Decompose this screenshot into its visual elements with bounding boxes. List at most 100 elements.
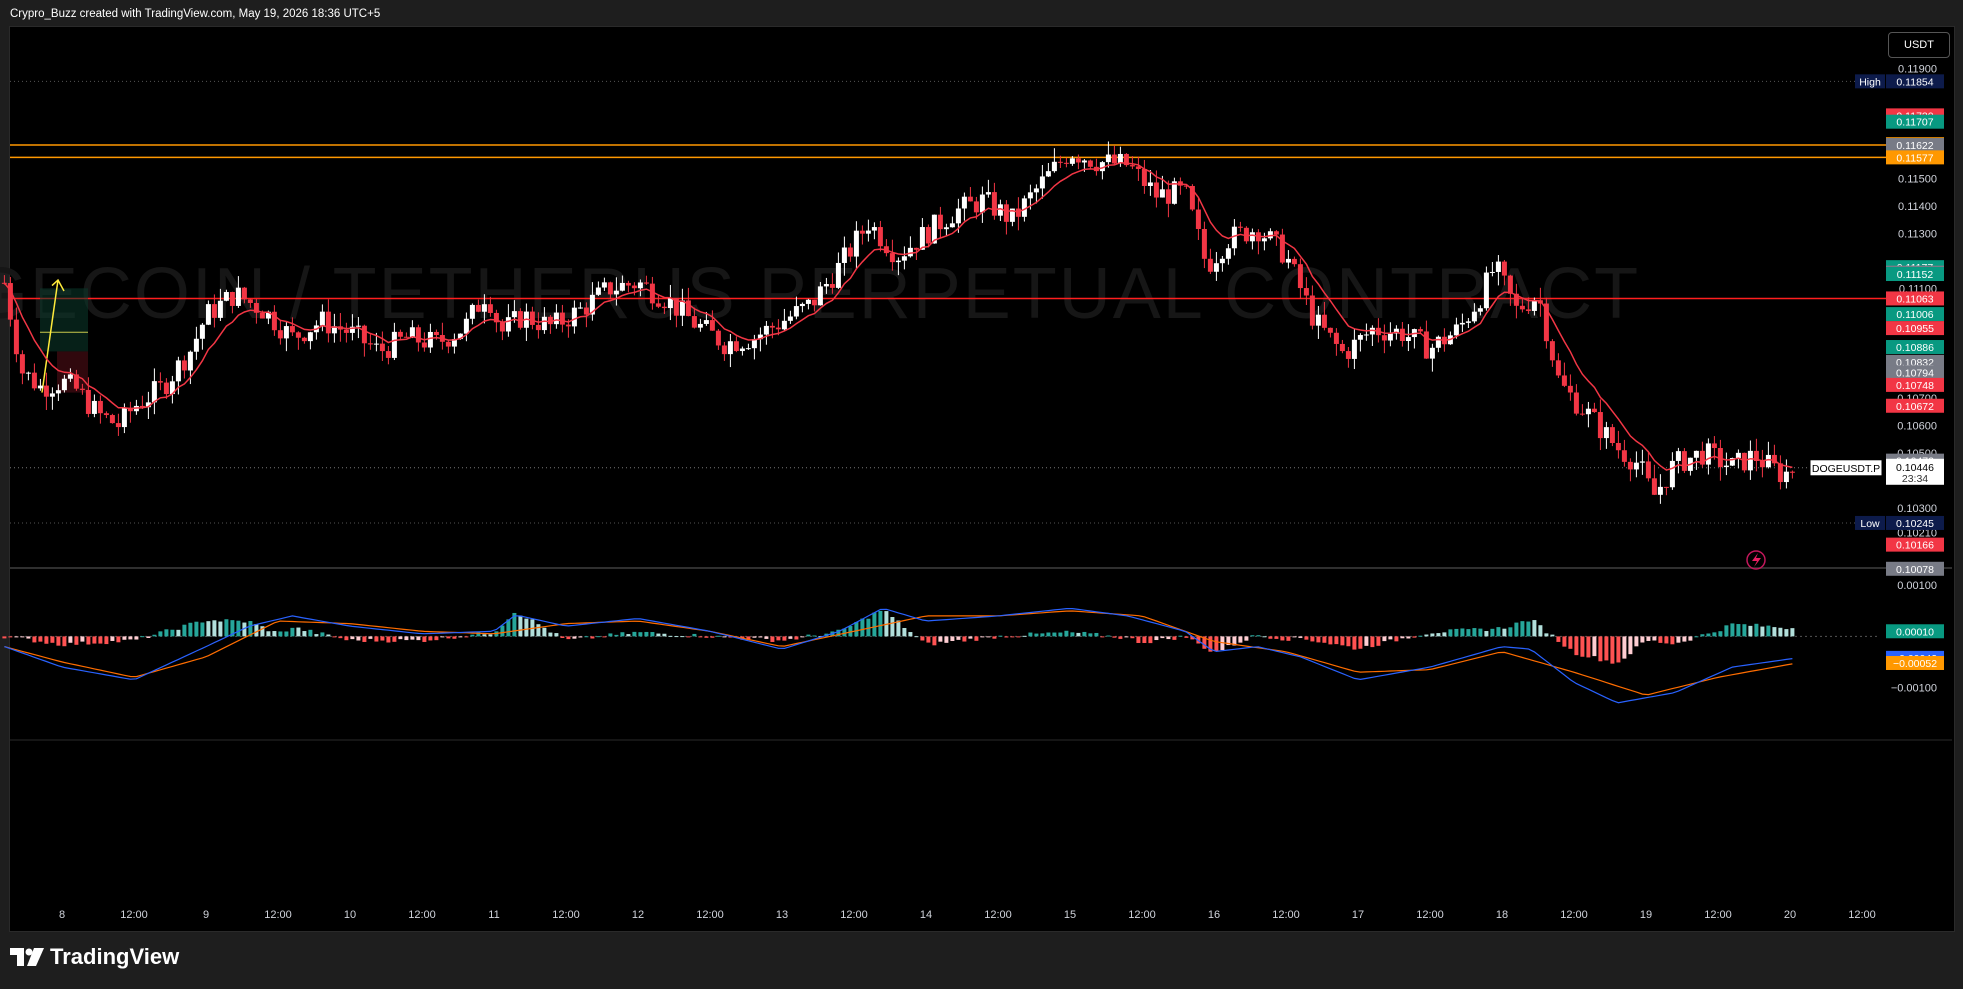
- candle-body[interactable]: [823, 284, 829, 287]
- candle-body[interactable]: [1045, 171, 1051, 177]
- candle-body[interactable]: [715, 330, 721, 346]
- candle-body[interactable]: [229, 292, 235, 306]
- candle-body[interactable]: [1243, 227, 1249, 242]
- candle-body[interactable]: [1711, 443, 1717, 449]
- candle-body[interactable]: [49, 393, 55, 397]
- candle-body[interactable]: [283, 326, 289, 339]
- candle-body[interactable]: [241, 287, 247, 300]
- candle-body[interactable]: [1159, 189, 1165, 198]
- candle-body[interactable]: [247, 299, 253, 303]
- candle-body[interactable]: [409, 327, 415, 338]
- candle-body[interactable]: [85, 389, 91, 414]
- candle-body[interactable]: [1111, 154, 1117, 164]
- candle-body[interactable]: [877, 227, 883, 247]
- candle-body[interactable]: [181, 360, 187, 371]
- candle-body[interactable]: [1615, 442, 1621, 451]
- candle-body[interactable]: [163, 382, 169, 395]
- candle-body[interactable]: [991, 192, 997, 216]
- candle-body[interactable]: [1597, 412, 1603, 439]
- candle-body[interactable]: [151, 381, 157, 403]
- candle-body[interactable]: [697, 323, 703, 328]
- candle-body[interactable]: [1789, 471, 1795, 473]
- candle-body[interactable]: [943, 227, 949, 230]
- candle-body[interactable]: [463, 318, 469, 334]
- candle-body[interactable]: [625, 282, 631, 286]
- candle-body[interactable]: [91, 400, 97, 414]
- candle-body[interactable]: [817, 286, 823, 306]
- candle-body[interactable]: [1147, 182, 1153, 186]
- candle-body[interactable]: [985, 192, 991, 195]
- candle-body[interactable]: [469, 304, 475, 319]
- candle-body[interactable]: [1063, 162, 1069, 164]
- candle-body[interactable]: [895, 260, 901, 263]
- candle-body[interactable]: [1333, 332, 1339, 344]
- candle-body[interactable]: [769, 325, 775, 328]
- candle-body[interactable]: [1741, 452, 1747, 471]
- candle-body[interactable]: [1249, 232, 1255, 242]
- tradingview-footer[interactable]: TradingView: [10, 944, 179, 970]
- candle-body[interactable]: [1657, 486, 1663, 495]
- candle-body[interactable]: [1645, 461, 1651, 479]
- candle-body[interactable]: [937, 214, 943, 230]
- candle-body[interactable]: [619, 282, 625, 291]
- candle-body[interactable]: [61, 378, 67, 391]
- candle-body[interactable]: [1339, 343, 1345, 352]
- candle-body[interactable]: [421, 342, 427, 348]
- candle-body[interactable]: [955, 208, 961, 224]
- candle-body[interactable]: [925, 227, 931, 244]
- candle-body[interactable]: [907, 247, 913, 257]
- candle-body[interactable]: [1501, 261, 1507, 276]
- candle-body[interactable]: [1603, 427, 1609, 439]
- candle-body[interactable]: [529, 311, 535, 325]
- candle-body[interactable]: [235, 287, 241, 306]
- candle-body[interactable]: [25, 372, 31, 374]
- candle-body[interactable]: [1075, 158, 1081, 163]
- candle-body[interactable]: [1381, 335, 1387, 341]
- candle-body[interactable]: [211, 304, 217, 318]
- candle-body[interactable]: [1669, 460, 1675, 488]
- candle-body[interactable]: [733, 341, 739, 352]
- candle-body[interactable]: [1165, 189, 1171, 204]
- candle-body[interactable]: [1297, 264, 1303, 289]
- candle-body[interactable]: [1201, 228, 1207, 259]
- candle-body[interactable]: [1081, 160, 1087, 163]
- candle-body[interactable]: [1693, 450, 1699, 458]
- candle-body[interactable]: [913, 247, 919, 250]
- candle-body[interactable]: [1423, 331, 1429, 359]
- candle-body[interactable]: [703, 320, 709, 324]
- candle-body[interactable]: [259, 312, 265, 319]
- candle-body[interactable]: [1171, 181, 1177, 204]
- candle-body[interactable]: [559, 312, 565, 325]
- candle-body[interactable]: [871, 227, 877, 231]
- candle-body[interactable]: [1435, 336, 1441, 348]
- candle-body[interactable]: [1453, 324, 1459, 336]
- candle-body[interactable]: [1573, 392, 1579, 414]
- candle-body[interactable]: [841, 247, 847, 263]
- candle-body[interactable]: [1765, 454, 1771, 468]
- candle-body[interactable]: [427, 331, 433, 348]
- candle-body[interactable]: [1069, 158, 1075, 164]
- candle-body[interactable]: [835, 262, 841, 288]
- candle-body[interactable]: [13, 319, 19, 355]
- candle-body[interactable]: [55, 390, 61, 394]
- candle-body[interactable]: [277, 330, 283, 339]
- candle-body[interactable]: [499, 322, 505, 332]
- candle-body[interactable]: [607, 282, 613, 295]
- candle-body[interactable]: [79, 388, 85, 390]
- candle-body[interactable]: [1525, 309, 1531, 311]
- candle-body[interactable]: [853, 230, 859, 257]
- candle-body[interactable]: [727, 341, 733, 355]
- candle-body[interactable]: [1327, 327, 1333, 333]
- candle-body[interactable]: [1549, 341, 1555, 361]
- candle-body[interactable]: [1309, 295, 1315, 326]
- candle-body[interactable]: [109, 415, 115, 424]
- candle-body[interactable]: [19, 354, 25, 374]
- candle-body[interactable]: [1621, 450, 1627, 462]
- candle-body[interactable]: [1531, 300, 1537, 311]
- candle-body[interactable]: [433, 331, 439, 336]
- candle-body[interactable]: [1291, 258, 1297, 265]
- currency-button[interactable]: USDT: [1888, 32, 1950, 58]
- candle-body[interactable]: [541, 316, 547, 331]
- candle-body[interactable]: [199, 324, 205, 339]
- candle-body[interactable]: [1459, 322, 1465, 325]
